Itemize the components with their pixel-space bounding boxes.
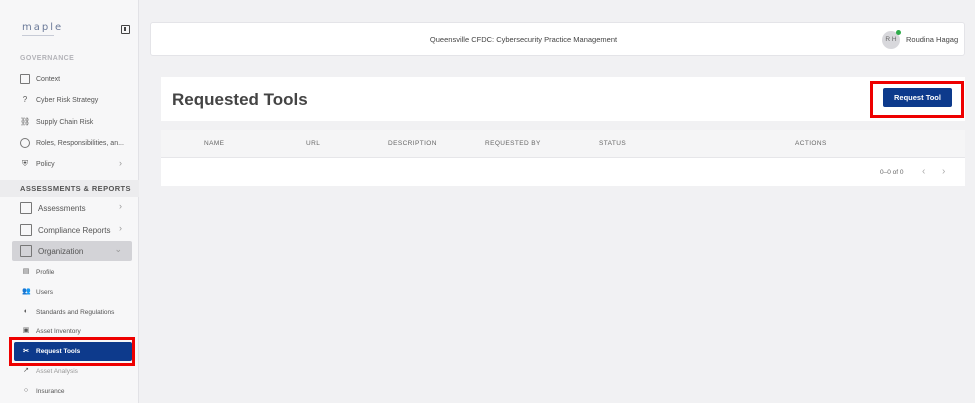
sidebar-collapse-icon[interactable] (121, 25, 130, 34)
table-header: NAME URL DESCRIPTION REQUESTED BY STATUS… (161, 130, 965, 158)
logo-underline (22, 35, 54, 36)
chevron-right-icon: › (119, 158, 122, 168)
insurance-icon: ○ (23, 387, 29, 394)
prev-page-icon[interactable]: ‹ (922, 166, 925, 177)
top-header: Queensville CFDC: Cybersecurity Practice… (150, 22, 965, 56)
users-icon: 👥 (22, 288, 31, 295)
sidebar-item-label: Assessments (38, 203, 86, 213)
sidebar-item-label: Profile (36, 268, 55, 276)
sidebar-item-users[interactable]: 👥 Users (14, 283, 132, 301)
column-url[interactable]: URL (306, 140, 320, 147)
roles-icon (20, 138, 30, 148)
chevron-down-icon: ⌄ (114, 244, 122, 254)
sidebar-item-label: Policy (36, 160, 55, 168)
question-icon: ? (22, 95, 28, 104)
sidebar-item-label: Asset Analysis (36, 367, 78, 375)
profile-icon: ▤ (22, 268, 30, 275)
chart-icon: ↗ (23, 367, 29, 374)
column-requested-by[interactable]: REQUESTED BY (485, 140, 541, 147)
sidebar-item-profile[interactable]: ▤ Profile (14, 263, 132, 281)
inventory-icon: ▣ (22, 327, 30, 334)
organization-title: Queensville CFDC: Cybersecurity Practice… (429, 35, 618, 44)
sidebar-item-standards[interactable]: ◐ Standards and Regulations (14, 303, 132, 321)
standards-icon: ◐ (23, 308, 29, 315)
building-icon (20, 245, 32, 257)
chevron-right-icon: › (119, 201, 122, 211)
sidebar-item-label: Asset Inventory (36, 327, 81, 335)
page-title: Requested Tools (172, 90, 308, 109)
requested-tools-table: NAME URL DESCRIPTION REQUESTED BY STATUS… (161, 130, 965, 186)
sidebar-item-label: Roles, Responsibilities, an... (36, 139, 124, 147)
network-icon: ⛓ (20, 117, 31, 126)
assessment-icon (20, 202, 32, 214)
online-status-icon (896, 30, 901, 35)
section-assessments: ASSESSMENTS & REPORTS (0, 180, 139, 197)
column-description[interactable]: DESCRIPTION (388, 140, 437, 147)
sidebar-item-compliance-reports[interactable]: Compliance Reports › (12, 220, 132, 240)
sidebar-item-label: Context (36, 75, 61, 83)
sidebar-item-label: Standards and Regulations (36, 308, 115, 316)
sidebar-item-label: Supply Chain Risk (36, 118, 94, 126)
sidebar-item-policy[interactable]: ⛨ Policy › (12, 155, 132, 173)
sidebar-item-organization[interactable]: Organization ⌄ (12, 241, 132, 261)
highlight-request-tools (9, 337, 135, 366)
sidebar-item-label: Compliance Reports (38, 225, 111, 235)
sidebar-item-cyber-risk-strategy[interactable]: ? Cyber Risk Strategy (12, 91, 132, 109)
section-governance: GOVERNANCE (20, 55, 75, 62)
pagination-range: 0–0 of 0 (880, 169, 904, 176)
column-status[interactable]: STATUS (599, 140, 626, 147)
sidebar-item-label: Users (36, 288, 53, 296)
document-icon (20, 74, 30, 84)
column-name[interactable]: NAME (204, 140, 224, 147)
highlight-request-tool-button (870, 81, 964, 118)
sidebar-item-label: Cyber Risk Strategy (36, 96, 99, 104)
sidebar-item-roles[interactable]: Roles, Responsibilities, an... (12, 134, 132, 152)
page-header-card: Requested Tools Request Tool (161, 77, 965, 121)
user-name[interactable]: Roudina Hagag (906, 35, 958, 44)
sidebar-item-label: Organization (38, 246, 84, 256)
next-page-icon[interactable]: › (942, 166, 945, 177)
report-icon (20, 224, 32, 236)
sidebar-item-insurance[interactable]: ○ Insurance (14, 382, 132, 400)
column-actions: ACTIONS (795, 140, 827, 147)
chevron-right-icon: › (119, 223, 122, 233)
sidebar-item-context[interactable]: Context (12, 70, 132, 88)
sidebar-item-label: Insurance (36, 387, 65, 395)
shield-icon: ⛨ (22, 159, 28, 168)
app-logo[interactable]: maple (22, 22, 63, 33)
sidebar-item-assessments[interactable]: Assessments › (12, 198, 132, 218)
sidebar-item-supply-chain-risk[interactable]: ⛓ Supply Chain Risk (12, 113, 132, 131)
